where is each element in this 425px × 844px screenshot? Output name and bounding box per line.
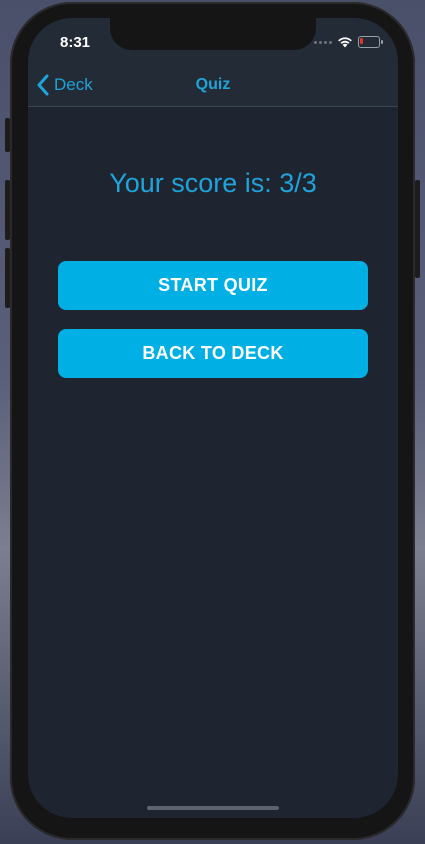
- page-title: Quiz: [195, 76, 231, 93]
- signal-icon: [314, 40, 332, 44]
- score-text: Your score is: 3/3: [109, 168, 317, 198]
- silent-switch: [5, 118, 10, 152]
- status-time: 8:31: [60, 34, 91, 51]
- volume-down-button: [5, 248, 10, 308]
- power-button: [415, 180, 420, 278]
- volume-up-button: [5, 180, 10, 240]
- back-to-deck-button[interactable]: BACK TO DECK: [58, 329, 368, 378]
- battery-level: [360, 38, 363, 44]
- status-icons: [314, 36, 383, 48]
- navigation-bar: Deck Quiz: [28, 64, 398, 107]
- app-screen: 8:31 Deck Quiz Your score is: 3/3 START: [28, 18, 398, 818]
- device-notch: [110, 18, 316, 50]
- start-quiz-button[interactable]: START QUIZ: [58, 261, 368, 310]
- battery-icon: [358, 36, 383, 48]
- wifi-icon: [338, 37, 352, 48]
- home-indicator[interactable]: [147, 806, 279, 810]
